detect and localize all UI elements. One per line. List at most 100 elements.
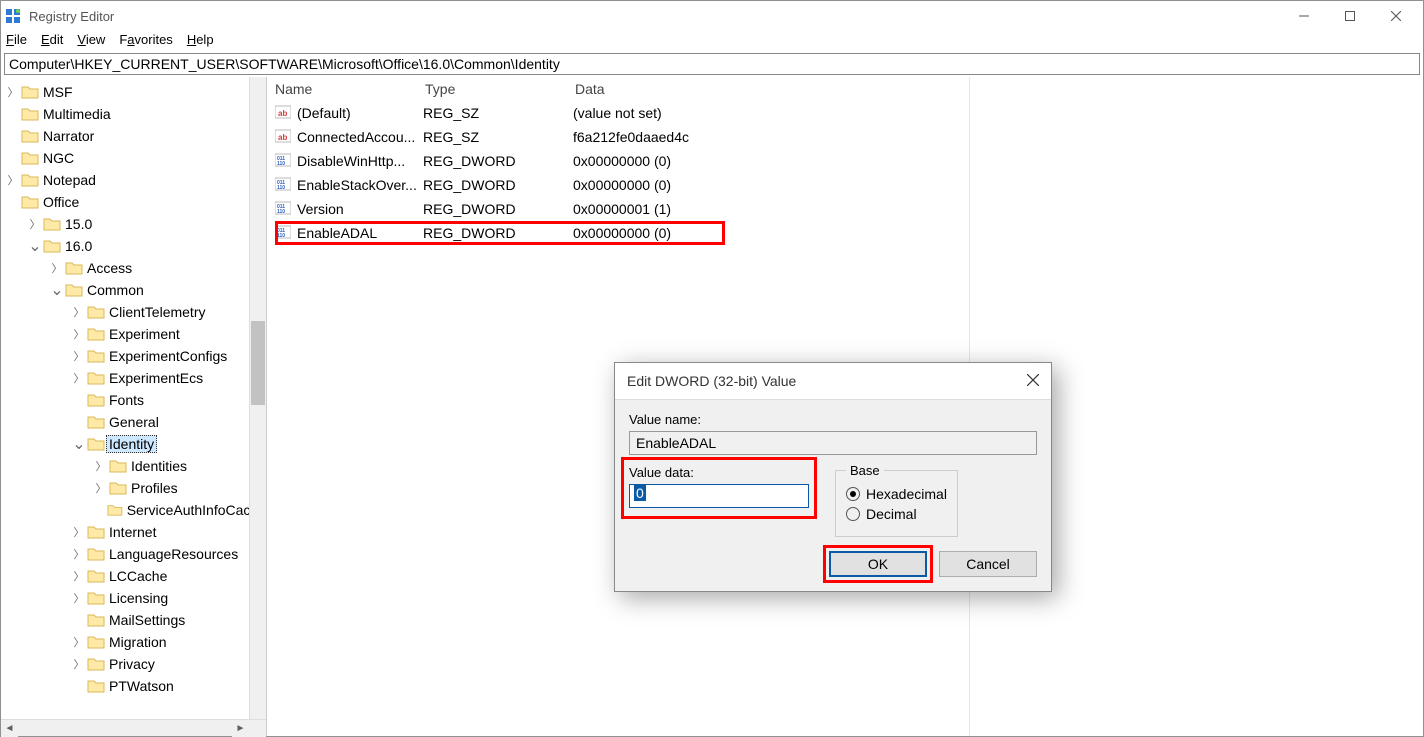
value-name: EnableStackOver... (297, 177, 423, 193)
dialog-close-button[interactable] (1027, 373, 1039, 389)
minimize-button[interactable] (1281, 1, 1327, 31)
tree-item[interactable]: 〉Experiment (1, 323, 266, 345)
expand-icon[interactable]: 〉 (71, 304, 87, 320)
expand-icon[interactable]: ⌄ (27, 236, 43, 256)
tree-item[interactable]: 〉MSF (1, 81, 266, 103)
list-row[interactable]: 011110VersionREG_DWORD0x00000001 (1) (267, 197, 1423, 221)
tree-item[interactable]: PTWatson (1, 675, 266, 697)
tree-item[interactable]: Multimedia (1, 103, 266, 125)
column-type[interactable]: Type (425, 81, 575, 97)
menu-file[interactable]: File (6, 32, 27, 47)
tree-item-label: ExperimentConfigs (109, 348, 227, 364)
tree-item[interactable]: Fonts (1, 389, 266, 411)
expand-icon[interactable]: 〉 (5, 84, 21, 100)
tree-item[interactable]: General (1, 411, 266, 433)
ok-button[interactable]: OK (829, 551, 927, 577)
tree-item[interactable]: Narrator (1, 125, 266, 147)
column-name[interactable]: Name (275, 81, 425, 97)
tree-item[interactable]: 〉 Internet (1, 521, 266, 543)
column-data[interactable]: Data (575, 81, 1423, 97)
tree-item-label: Common (87, 282, 144, 298)
svg-text:110: 110 (277, 209, 285, 215)
address-input[interactable] (4, 53, 1420, 75)
value-list-pane: Name Type Data ab(Default)REG_SZ(value n… (267, 77, 1423, 736)
svg-text:ab: ab (278, 133, 287, 142)
base-legend: Base (846, 463, 884, 478)
expand-icon[interactable]: 〉 (5, 172, 21, 188)
list-row[interactable]: 011110EnableADALREG_DWORD0x00000000 (0) (267, 221, 1423, 245)
tree-item[interactable]: 〉Privacy (1, 653, 266, 675)
expand-icon[interactable]: 〉 (71, 656, 87, 672)
tree-item[interactable]: 〉 ExperimentConfigs (1, 345, 266, 367)
expand-icon[interactable]: 〉 (71, 326, 87, 342)
value-data: f6a212fe0daaed4c (573, 129, 1423, 145)
expand-icon[interactable]: 〉 (71, 546, 87, 562)
list-row[interactable]: 011110DisableWinHttp...REG_DWORD0x000000… (267, 149, 1423, 173)
radio-hex[interactable]: Hexadecimal (846, 486, 947, 502)
tree-item-label: Internet (109, 524, 156, 540)
valuename-field: EnableADAL (629, 431, 1037, 455)
svg-text:110: 110 (277, 161, 285, 167)
tree-item[interactable]: ⌄ Common (1, 279, 266, 301)
tree-item[interactable]: ServiceAuthInfoCache (1, 499, 266, 521)
tree-item[interactable]: 〉LanguageResources (1, 543, 266, 565)
tree-item[interactable]: MailSettings (1, 609, 266, 631)
expand-icon[interactable]: 〉 (27, 216, 43, 232)
edit-dword-dialog: Edit DWORD (32-bit) Value Value name: En… (614, 362, 1052, 592)
tree-item-label: Notepad (43, 172, 96, 188)
tree-item-label: 15.0 (65, 216, 92, 232)
expand-icon[interactable]: 〉 (93, 458, 109, 474)
valuename-label: Value name: (629, 412, 1037, 427)
tree-item[interactable]: ⌄Identity (1, 433, 266, 455)
tree-item[interactable]: Office (1, 191, 266, 213)
tree-item[interactable]: 〉 15.0 (1, 213, 266, 235)
tree-item-label: Migration (109, 634, 167, 650)
tree-item-label: NGC (43, 150, 74, 166)
expand-icon[interactable]: 〉 (71, 348, 87, 364)
expand-icon[interactable]: 〉 (71, 568, 87, 584)
tree-item-label: ClientTelemetry (109, 304, 205, 320)
tree-item[interactable]: 〉ExperimentEcs (1, 367, 266, 389)
menu-help[interactable]: Help (187, 32, 214, 47)
tree-item[interactable]: 〉Profiles (1, 477, 266, 499)
expand-icon[interactable]: ⌄ (71, 434, 87, 454)
list-row[interactable]: ab(Default)REG_SZ(value not set) (267, 101, 1423, 125)
valuedata-input[interactable]: 0 (629, 484, 809, 508)
tree-item[interactable]: 〉Identities (1, 455, 266, 477)
tree-item[interactable]: 〉 ClientTelemetry (1, 301, 266, 323)
maximize-button[interactable] (1327, 1, 1373, 31)
tree-item-label: LCCache (109, 568, 167, 584)
tree-item[interactable]: 〉Access (1, 257, 266, 279)
radio-dec[interactable]: Decimal (846, 506, 947, 522)
list-row[interactable]: 011110EnableStackOver...REG_DWORD0x00000… (267, 173, 1423, 197)
expand-icon[interactable]: 〉 (71, 524, 87, 540)
cancel-button[interactable]: Cancel (939, 551, 1037, 577)
radio-hex-icon (846, 487, 860, 501)
menu-view[interactable]: View (77, 32, 105, 47)
tree-item-label: Licensing (109, 590, 168, 606)
address-bar-container (1, 51, 1423, 77)
value-type: REG_DWORD (423, 177, 573, 193)
expand-icon[interactable]: 〉 (71, 634, 87, 650)
menu-edit[interactable]: Edit (41, 32, 63, 47)
close-button[interactable] (1373, 1, 1419, 31)
list-row[interactable]: abConnectedAccou...REG_SZf6a212fe0daaed4… (267, 125, 1423, 149)
scroll-left-button[interactable]: ◄ (1, 720, 18, 737)
tree-item[interactable]: 〉 Notepad (1, 169, 266, 191)
tree-item[interactable]: 〉 Licensing (1, 587, 266, 609)
expand-icon[interactable]: ⌄ (49, 280, 65, 300)
tree-item[interactable]: 〉 Migration (1, 631, 266, 653)
expand-icon[interactable]: 〉 (93, 480, 109, 496)
tree-pane: 〉MSFMultimediaNarratorNGC〉NotepadOffice〉… (1, 77, 267, 736)
tree-item[interactable]: NGC (1, 147, 266, 169)
tree-item[interactable]: 〉 LCCache (1, 565, 266, 587)
scroll-right-button[interactable]: ► (232, 720, 249, 737)
expand-icon[interactable]: 〉 (71, 590, 87, 606)
svg-text:ab: ab (278, 109, 287, 118)
expand-icon[interactable]: 〉 (49, 260, 65, 276)
menu-favorites[interactable]: Favorites (119, 32, 172, 47)
tree-hscrollbar[interactable]: ◄ ► (1, 719, 266, 736)
tree-vscrollbar[interactable] (249, 77, 266, 719)
expand-icon[interactable]: 〉 (71, 370, 87, 386)
tree-item[interactable]: ⌄16.0 (1, 235, 266, 257)
